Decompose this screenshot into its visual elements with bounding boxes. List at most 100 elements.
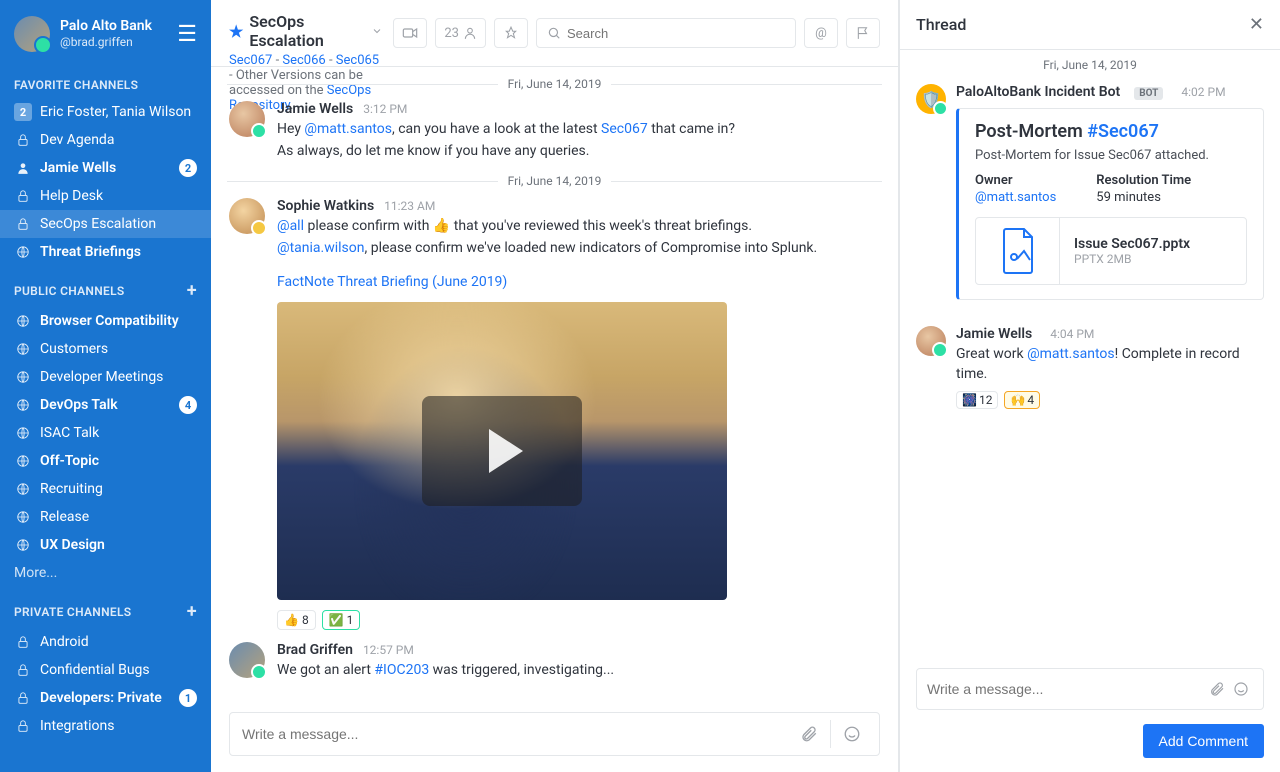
sidebar-item-dev-agenda[interactable]: Dev Agenda	[0, 126, 211, 154]
avatar[interactable]	[229, 101, 265, 137]
sidebar-item-integrations[interactable]: Integrations	[0, 712, 211, 740]
subtitle-link[interactable]: Sec065	[336, 53, 379, 68]
thread-message: 🛡️ PaloAltoBank Incident BotBOT4:02 PM P…	[900, 78, 1280, 306]
unread-badge: 4	[179, 396, 197, 414]
attach-icon[interactable]	[1205, 681, 1229, 697]
search-input[interactable]	[567, 26, 785, 41]
lock-icon	[14, 691, 32, 705]
reaction-thumbs-up[interactable]: 👍8	[277, 610, 316, 630]
thread-panel: Thread ✕ Fri, June 14, 2019 🛡️ PaloAltoB…	[899, 0, 1280, 772]
sidebar-item-ux-design[interactable]: UX Design	[0, 531, 211, 559]
subtitle-link[interactable]: Sec067	[229, 53, 272, 68]
incident-card: Post-Mortem #Sec067 Post-Mortem for Issu…	[956, 108, 1264, 300]
composer-input[interactable]	[242, 726, 794, 742]
item-label: DevOps Talk	[40, 397, 179, 413]
author-name[interactable]: Sophie Watkins	[277, 198, 374, 214]
item-label: Confidential Bugs	[40, 662, 197, 678]
sidebar-item-dm-eric-tania[interactable]: 2 Eric Foster, Tania Wilson	[0, 98, 211, 126]
sidebar-item-browser-compatibility[interactable]: Browser Compatibility	[0, 307, 211, 335]
mention[interactable]: @all	[277, 218, 304, 234]
search-box[interactable]	[536, 18, 796, 48]
add-comment-button[interactable]: Add Comment	[1143, 724, 1264, 758]
sidebar-item-isac-talk[interactable]: ISAC Talk	[0, 419, 211, 447]
sidebar-item-jamie-wells[interactable]: Jamie Wells 2	[0, 154, 211, 182]
attach-icon[interactable]	[794, 725, 824, 743]
private-channels-header: PRIVATE CHANNELS +	[0, 587, 211, 628]
author-name[interactable]: Jamie Wells	[956, 326, 1032, 342]
sidebar-item-developer-meetings[interactable]: Developer Meetings	[0, 363, 211, 391]
message-list: Fri, June 14, 2019 Jamie Wells3:12 PM He…	[211, 67, 898, 702]
reaction-raised-hands[interactable]: 🙌4	[1004, 391, 1040, 409]
mention[interactable]: @matt.santos	[304, 121, 392, 137]
avatar[interactable]	[916, 326, 946, 356]
lock-icon	[14, 217, 32, 231]
message-composer[interactable]	[229, 712, 880, 756]
pin-button[interactable]	[494, 18, 528, 48]
sidebar-item-off-topic[interactable]: Off-Topic	[0, 447, 211, 475]
avatar[interactable]	[229, 642, 265, 678]
author-name[interactable]: PaloAltoBank Incident Bot	[956, 84, 1120, 100]
message-text: Great work @matt.santos! Complete in rec…	[956, 344, 1264, 385]
unread-badge: 2	[14, 103, 32, 121]
sidebar-header: Palo Alto Bank @brad.griffen ☰	[0, 0, 211, 64]
lock-icon	[14, 133, 32, 147]
avatar[interactable]	[229, 198, 265, 234]
hamburger-menu-icon[interactable]: ☰	[177, 22, 197, 47]
author-name[interactable]: Brad Griffen	[277, 642, 353, 658]
timestamp: 12:57 PM	[363, 643, 414, 657]
thread-header: Thread ✕	[900, 0, 1280, 50]
public-channels-header: PUBLIC CHANNELS +	[0, 266, 211, 307]
sidebar-item-devops-talk[interactable]: DevOps Talk4	[0, 391, 211, 419]
members-button[interactable]: 23	[435, 18, 486, 48]
item-label: Eric Foster, Tania Wilson	[40, 104, 197, 120]
mention[interactable]: @matt.santos	[1027, 346, 1115, 362]
emoji-icon[interactable]	[1229, 681, 1253, 697]
sidebar-item-recruiting[interactable]: Recruiting	[0, 475, 211, 503]
globe-icon	[14, 426, 32, 440]
user-icon	[14, 161, 32, 175]
owner-value[interactable]: @matt.santos	[975, 190, 1056, 205]
sidebar-item-customers[interactable]: Customers	[0, 335, 211, 363]
inline-link[interactable]: #IOC203	[374, 662, 429, 678]
add-channel-icon[interactable]: +	[187, 280, 197, 301]
bot-avatar[interactable]: 🛡️	[916, 84, 946, 114]
sidebar-item-threat-briefings[interactable]: Threat Briefings	[0, 238, 211, 266]
inline-link[interactable]: Sec067	[601, 121, 648, 137]
item-label: Integrations	[40, 718, 197, 734]
video-attachment[interactable]	[277, 302, 727, 600]
item-label: ISAC Talk	[40, 425, 197, 441]
sidebar-item-developers-private[interactable]: Developers: Private1	[0, 684, 211, 712]
message-text: We got an alert #IOC203 was triggered, i…	[277, 660, 880, 680]
globe-icon	[14, 245, 32, 259]
file-attachment[interactable]: Issue Sec067.pptx PPTX 2MB	[975, 217, 1247, 285]
message: Brad Griffen 12:57 PM We got an alert #IO…	[211, 638, 898, 688]
reaction-check[interactable]: ✅1	[322, 610, 361, 630]
sidebar-item-help-desk[interactable]: Help Desk	[0, 182, 211, 210]
emoji-icon[interactable]	[837, 725, 867, 743]
star-icon[interactable]: ★	[229, 22, 243, 41]
author-name[interactable]: Jamie Wells	[277, 101, 353, 117]
mention[interactable]: @tania.wilson	[277, 240, 364, 256]
item-label: Release	[40, 509, 197, 525]
video-call-button[interactable]	[393, 18, 427, 48]
attachment-link[interactable]: FactNote Threat Briefing (June 2019)	[277, 274, 507, 290]
thread-composer-input[interactable]	[927, 681, 1205, 697]
sidebar-item-android[interactable]: Android	[0, 628, 211, 656]
sidebar-more-link[interactable]: More...	[0, 559, 211, 587]
file-icon	[976, 218, 1060, 284]
chevron-down-icon[interactable]	[371, 25, 383, 37]
sidebar-item-secops-escalation[interactable]: SecOps Escalation	[0, 210, 211, 238]
sidebar-item-release[interactable]: Release	[0, 503, 211, 531]
mentions-button[interactable]: @	[804, 18, 838, 48]
thread-composer[interactable]	[916, 668, 1264, 710]
subtitle-link[interactable]: Sec066	[282, 53, 325, 68]
sidebar-item-confidential-bugs[interactable]: Confidential Bugs	[0, 656, 211, 684]
workspace-info[interactable]: Palo Alto Bank @brad.griffen	[60, 18, 177, 49]
user-avatar[interactable]	[14, 16, 50, 52]
flag-button[interactable]	[846, 18, 880, 48]
channel-title-row[interactable]: ★ SecOps Escalation	[229, 12, 383, 50]
add-channel-icon[interactable]: +	[187, 601, 197, 622]
card-title-link[interactable]: #Sec067	[1087, 121, 1159, 142]
close-icon[interactable]: ✕	[1249, 14, 1264, 35]
reaction-fireworks[interactable]: 🎆12	[956, 391, 998, 409]
